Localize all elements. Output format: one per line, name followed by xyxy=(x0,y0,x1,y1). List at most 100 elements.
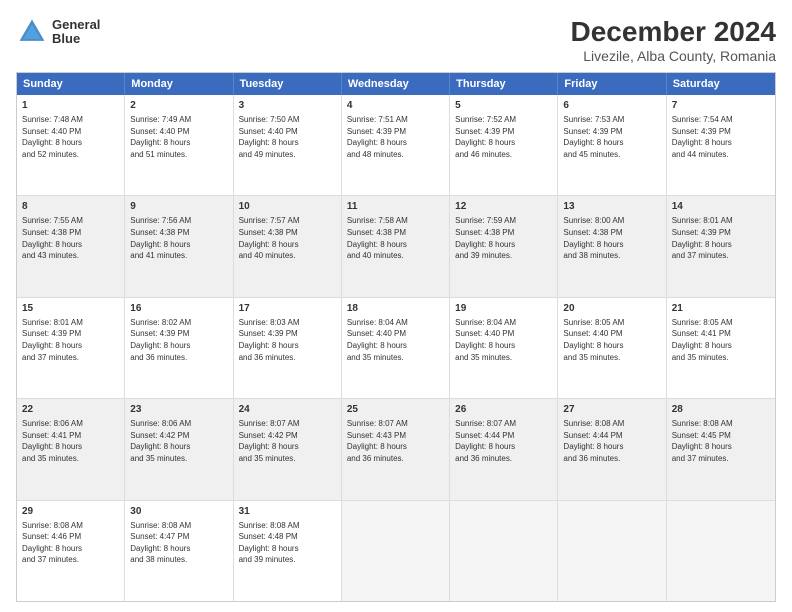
calendar-cell: 4Sunrise: 7:51 AMSunset: 4:39 PMDaylight… xyxy=(342,95,450,195)
calendar-cell: 18Sunrise: 8:04 AMSunset: 4:40 PMDayligh… xyxy=(342,298,450,398)
calendar-row: 15Sunrise: 8:01 AMSunset: 4:39 PMDayligh… xyxy=(17,297,775,398)
calendar-cell: 27Sunrise: 8:08 AMSunset: 4:44 PMDayligh… xyxy=(558,399,666,499)
cell-text: Sunrise: 8:04 AMSunset: 4:40 PMDaylight:… xyxy=(347,317,444,363)
cell-text: Sunrise: 8:02 AMSunset: 4:39 PMDaylight:… xyxy=(130,317,227,363)
day-number: 23 xyxy=(130,403,227,417)
day-number: 7 xyxy=(672,99,770,113)
cell-text: Sunrise: 8:08 AMSunset: 4:45 PMDaylight:… xyxy=(672,418,770,464)
cell-text: Sunrise: 8:07 AMSunset: 4:43 PMDaylight:… xyxy=(347,418,444,464)
day-number: 14 xyxy=(672,200,770,214)
calendar-cell xyxy=(450,501,558,601)
logo-line1: General xyxy=(52,18,100,32)
day-number: 2 xyxy=(130,99,227,113)
calendar-cell: 13Sunrise: 8:00 AMSunset: 4:38 PMDayligh… xyxy=(558,196,666,296)
day-number: 9 xyxy=(130,200,227,214)
day-number: 28 xyxy=(672,403,770,417)
calendar-row: 29Sunrise: 8:08 AMSunset: 4:46 PMDayligh… xyxy=(17,500,775,601)
day-number: 16 xyxy=(130,302,227,316)
calendar-cell: 7Sunrise: 7:54 AMSunset: 4:39 PMDaylight… xyxy=(667,95,775,195)
cell-text: Sunrise: 8:00 AMSunset: 4:38 PMDaylight:… xyxy=(563,215,660,261)
calendar-cell: 21Sunrise: 8:05 AMSunset: 4:41 PMDayligh… xyxy=(667,298,775,398)
page: General Blue December 2024 Livezile, Alb… xyxy=(0,0,792,612)
day-number: 30 xyxy=(130,505,227,519)
cell-text: Sunrise: 8:01 AMSunset: 4:39 PMDaylight:… xyxy=(22,317,119,363)
logo-line2: Blue xyxy=(52,32,100,46)
calendar-header-cell: Saturday xyxy=(667,73,775,95)
subtitle: Livezile, Alba County, Romania xyxy=(571,48,776,64)
day-number: 10 xyxy=(239,200,336,214)
calendar-cell: 3Sunrise: 7:50 AMSunset: 4:40 PMDaylight… xyxy=(234,95,342,195)
day-number: 19 xyxy=(455,302,552,316)
cell-text: Sunrise: 7:55 AMSunset: 4:38 PMDaylight:… xyxy=(22,215,119,261)
cell-text: Sunrise: 8:07 AMSunset: 4:44 PMDaylight:… xyxy=(455,418,552,464)
logo: General Blue xyxy=(16,16,100,48)
calendar-cell: 28Sunrise: 8:08 AMSunset: 4:45 PMDayligh… xyxy=(667,399,775,499)
cell-text: Sunrise: 7:51 AMSunset: 4:39 PMDaylight:… xyxy=(347,114,444,160)
day-number: 8 xyxy=(22,200,119,214)
cell-text: Sunrise: 8:04 AMSunset: 4:40 PMDaylight:… xyxy=(455,317,552,363)
cell-text: Sunrise: 7:49 AMSunset: 4:40 PMDaylight:… xyxy=(130,114,227,160)
logo-icon xyxy=(16,16,48,48)
day-number: 12 xyxy=(455,200,552,214)
cell-text: Sunrise: 7:53 AMSunset: 4:39 PMDaylight:… xyxy=(563,114,660,160)
calendar-cell: 23Sunrise: 8:06 AMSunset: 4:42 PMDayligh… xyxy=(125,399,233,499)
day-number: 31 xyxy=(239,505,336,519)
calendar-cell: 6Sunrise: 7:53 AMSunset: 4:39 PMDaylight… xyxy=(558,95,666,195)
cell-text: Sunrise: 7:57 AMSunset: 4:38 PMDaylight:… xyxy=(239,215,336,261)
day-number: 27 xyxy=(563,403,660,417)
calendar-cell xyxy=(667,501,775,601)
main-title: December 2024 xyxy=(571,16,776,48)
day-number: 29 xyxy=(22,505,119,519)
cell-text: Sunrise: 8:08 AMSunset: 4:44 PMDaylight:… xyxy=(563,418,660,464)
cell-text: Sunrise: 8:08 AMSunset: 4:47 PMDaylight:… xyxy=(130,520,227,566)
calendar-header: SundayMondayTuesdayWednesdayThursdayFrid… xyxy=(17,73,775,95)
day-number: 21 xyxy=(672,302,770,316)
calendar-body: 1Sunrise: 7:48 AMSunset: 4:40 PMDaylight… xyxy=(17,95,775,601)
day-number: 25 xyxy=(347,403,444,417)
calendar-header-cell: Wednesday xyxy=(342,73,450,95)
day-number: 5 xyxy=(455,99,552,113)
calendar-cell: 5Sunrise: 7:52 AMSunset: 4:39 PMDaylight… xyxy=(450,95,558,195)
day-number: 4 xyxy=(347,99,444,113)
calendar-cell: 20Sunrise: 8:05 AMSunset: 4:40 PMDayligh… xyxy=(558,298,666,398)
calendar-row: 1Sunrise: 7:48 AMSunset: 4:40 PMDaylight… xyxy=(17,95,775,195)
calendar-cell: 25Sunrise: 8:07 AMSunset: 4:43 PMDayligh… xyxy=(342,399,450,499)
calendar-header-cell: Tuesday xyxy=(234,73,342,95)
calendar-cell: 1Sunrise: 7:48 AMSunset: 4:40 PMDaylight… xyxy=(17,95,125,195)
day-number: 18 xyxy=(347,302,444,316)
calendar-row: 22Sunrise: 8:06 AMSunset: 4:41 PMDayligh… xyxy=(17,398,775,499)
day-number: 15 xyxy=(22,302,119,316)
calendar-cell: 30Sunrise: 8:08 AMSunset: 4:47 PMDayligh… xyxy=(125,501,233,601)
day-number: 20 xyxy=(563,302,660,316)
day-number: 11 xyxy=(347,200,444,214)
cell-text: Sunrise: 8:05 AMSunset: 4:40 PMDaylight:… xyxy=(563,317,660,363)
cell-text: Sunrise: 8:08 AMSunset: 4:46 PMDaylight:… xyxy=(22,520,119,566)
calendar-row: 8Sunrise: 7:55 AMSunset: 4:38 PMDaylight… xyxy=(17,195,775,296)
calendar: SundayMondayTuesdayWednesdayThursdayFrid… xyxy=(16,72,776,602)
cell-text: Sunrise: 8:05 AMSunset: 4:41 PMDaylight:… xyxy=(672,317,770,363)
logo-text: General Blue xyxy=(52,18,100,47)
calendar-cell: 12Sunrise: 7:59 AMSunset: 4:38 PMDayligh… xyxy=(450,196,558,296)
calendar-cell: 15Sunrise: 8:01 AMSunset: 4:39 PMDayligh… xyxy=(17,298,125,398)
calendar-cell: 11Sunrise: 7:58 AMSunset: 4:38 PMDayligh… xyxy=(342,196,450,296)
day-number: 26 xyxy=(455,403,552,417)
calendar-cell: 14Sunrise: 8:01 AMSunset: 4:39 PMDayligh… xyxy=(667,196,775,296)
calendar-header-cell: Sunday xyxy=(17,73,125,95)
cell-text: Sunrise: 8:07 AMSunset: 4:42 PMDaylight:… xyxy=(239,418,336,464)
cell-text: Sunrise: 8:06 AMSunset: 4:41 PMDaylight:… xyxy=(22,418,119,464)
day-number: 1 xyxy=(22,99,119,113)
calendar-cell: 9Sunrise: 7:56 AMSunset: 4:38 PMDaylight… xyxy=(125,196,233,296)
day-number: 13 xyxy=(563,200,660,214)
day-number: 3 xyxy=(239,99,336,113)
cell-text: Sunrise: 7:48 AMSunset: 4:40 PMDaylight:… xyxy=(22,114,119,160)
cell-text: Sunrise: 7:50 AMSunset: 4:40 PMDaylight:… xyxy=(239,114,336,160)
calendar-cell: 29Sunrise: 8:08 AMSunset: 4:46 PMDayligh… xyxy=(17,501,125,601)
day-number: 17 xyxy=(239,302,336,316)
calendar-header-cell: Friday xyxy=(558,73,666,95)
day-number: 24 xyxy=(239,403,336,417)
calendar-cell: 16Sunrise: 8:02 AMSunset: 4:39 PMDayligh… xyxy=(125,298,233,398)
calendar-cell: 26Sunrise: 8:07 AMSunset: 4:44 PMDayligh… xyxy=(450,399,558,499)
calendar-header-cell: Thursday xyxy=(450,73,558,95)
calendar-cell xyxy=(558,501,666,601)
cell-text: Sunrise: 8:08 AMSunset: 4:48 PMDaylight:… xyxy=(239,520,336,566)
